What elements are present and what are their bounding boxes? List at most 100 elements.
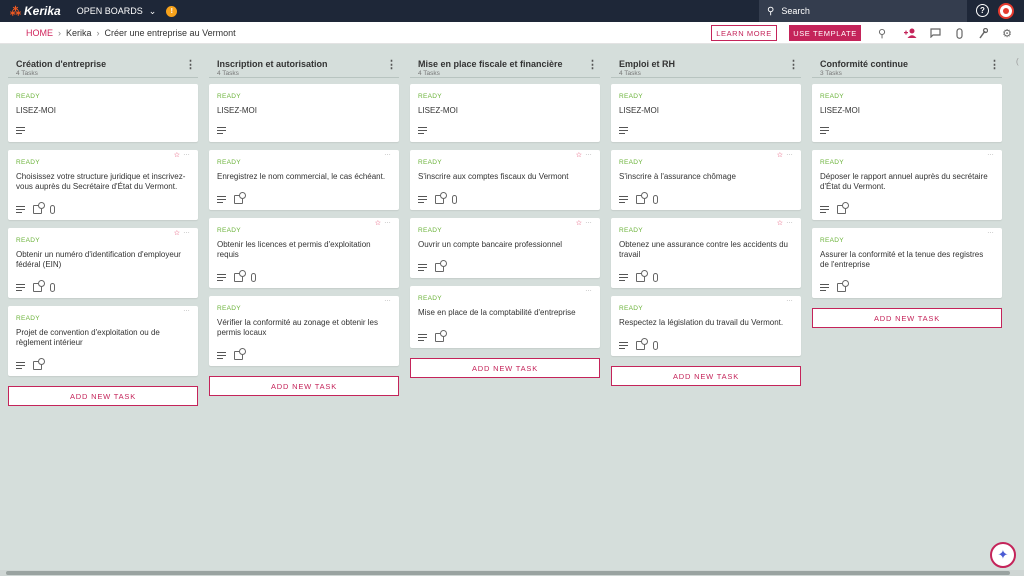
task-card[interactable]: READY Choisissez votre structure juridiq… — [8, 150, 198, 220]
more-horizontal-icon[interactable]: … — [384, 296, 391, 303]
add-new-task-button[interactable]: ADD NEW TASK — [611, 366, 801, 386]
more-horizontal-icon[interactable]: … — [786, 218, 793, 225]
task-indicators — [16, 202, 55, 214]
wrench-icon[interactable] — [976, 26, 990, 40]
more-horizontal-icon[interactable]: … — [987, 228, 994, 235]
more-horizontal-icon[interactable]: … — [786, 150, 793, 157]
column-title[interactable]: Création d'entreprise — [16, 59, 106, 69]
star-icon[interactable]: ☆ — [576, 151, 582, 159]
more-horizontal-icon[interactable]: … — [384, 150, 391, 157]
task-card[interactable]: READY Déposer le rapport annuel auprès d… — [812, 150, 1002, 220]
more-horizontal-icon[interactable]: … — [183, 150, 190, 157]
kerika-logo[interactable]: ⁂ Kerika — [10, 4, 61, 18]
more-vertical-icon[interactable]: ⋮ — [788, 58, 799, 71]
more-vertical-icon[interactable]: ⋮ — [386, 58, 397, 71]
breadcrumb: HOME › Kerika › Créer une entreprise au … — [26, 28, 236, 38]
add-new-task-button[interactable]: ADD NEW TASK — [410, 358, 600, 378]
gear-icon[interactable]: ⚙ — [1000, 26, 1014, 40]
task-indicators — [619, 192, 658, 204]
column-title[interactable]: Inscription et autorisation — [217, 59, 328, 69]
task-card[interactable]: READY LISEZ-MOI — [611, 84, 801, 142]
more-horizontal-icon[interactable]: … — [183, 228, 190, 235]
task-card[interactable]: READY Mise en place de la comptabilité d… — [410, 286, 600, 348]
scrollbar-thumb[interactable] — [6, 571, 1010, 575]
checklist-icon — [234, 270, 246, 282]
more-vertical-icon[interactable]: ⋮ — [185, 58, 196, 71]
search-bar[interactable]: ⚲ — [759, 0, 967, 22]
add-new-task-button[interactable]: ADD NEW TASK — [8, 386, 198, 406]
task-indicators — [217, 127, 226, 134]
task-card[interactable]: READY Ouvrir un compte bancaire professi… — [410, 218, 600, 278]
task-status: READY — [820, 159, 844, 166]
star-icon[interactable]: ☆ — [777, 219, 783, 227]
add-new-task-button[interactable]: ADD NEW TASK — [209, 376, 399, 396]
more-vertical-icon[interactable]: ⋮ — [989, 58, 1000, 71]
task-status: READY — [16, 159, 40, 166]
help-icon[interactable]: ? — [976, 4, 989, 17]
breadcrumb-home[interactable]: HOME — [26, 28, 53, 38]
notification-badge[interactable]: ! — [166, 5, 178, 17]
task-status: READY — [217, 305, 241, 312]
more-horizontal-icon[interactable]: … — [585, 286, 592, 293]
checklist-icon — [234, 192, 246, 204]
column-title[interactable]: Mise en place fiscale et financière — [418, 59, 563, 69]
task-card[interactable]: READY LISEZ-MOI — [8, 84, 198, 142]
task-card[interactable]: READY Respectez la législation du travai… — [611, 296, 801, 356]
star-icon[interactable]: ☆ — [174, 229, 180, 237]
description-icon — [619, 196, 628, 203]
task-status: READY — [619, 305, 643, 312]
star-icon[interactable]: ☆ — [777, 151, 783, 159]
search-input[interactable] — [781, 6, 952, 16]
description-icon — [820, 127, 829, 134]
column-title[interactable]: Conformité continue — [820, 59, 908, 69]
more-horizontal-icon[interactable]: … — [987, 150, 994, 157]
open-boards-dropdown[interactable]: OPEN BOARDS ⌄ — [77, 6, 157, 17]
assistant-fab-icon[interactable]: ✦ — [990, 542, 1016, 568]
add-new-task-button[interactable]: ADD NEW TASK — [812, 308, 1002, 328]
board-column: Mise en place fiscale et financière 4 Ta… — [410, 44, 600, 378]
task-card[interactable]: READY Obtenez une assurance contre les a… — [611, 218, 801, 288]
task-card[interactable]: READY S'inscrire aux comptes fiscaux du … — [410, 150, 600, 210]
breadcrumb-board: Créer une entreprise au Vermont — [104, 27, 236, 38]
more-horizontal-icon[interactable]: … — [786, 296, 793, 303]
task-card[interactable]: READY LISEZ-MOI — [812, 84, 1002, 142]
task-title: LISEZ-MOI — [16, 106, 57, 115]
more-vertical-icon[interactable]: ⋮ — [587, 58, 598, 71]
more-horizontal-icon[interactable]: … — [585, 150, 592, 157]
task-status: READY — [217, 227, 241, 234]
task-card[interactable]: READY Projet de convention d'exploitatio… — [8, 306, 198, 376]
task-card[interactable]: READY Assurer la conformité et la tenue … — [812, 228, 1002, 298]
task-card[interactable]: READY S'inscrire à l'assurance chômage ☆… — [611, 150, 801, 210]
chat-icon[interactable] — [928, 26, 942, 40]
task-card[interactable]: READY Enregistrez le nom commercial, le … — [209, 150, 399, 210]
breadcrumb-account[interactable]: Kerika — [66, 28, 92, 38]
task-card[interactable]: READY Vérifier la conformité au zonage e… — [209, 296, 399, 366]
star-icon[interactable]: ☆ — [375, 219, 381, 227]
horizontal-scrollbar[interactable] — [0, 570, 1024, 576]
task-status: READY — [217, 159, 241, 166]
more-horizontal-icon[interactable]: … — [384, 218, 391, 225]
more-horizontal-icon[interactable]: … — [585, 218, 592, 225]
task-card[interactable]: READY LISEZ-MOI — [209, 84, 399, 142]
star-icon[interactable]: ☆ — [174, 151, 180, 159]
user-avatar[interactable] — [998, 3, 1014, 19]
add-person-icon[interactable] — [903, 26, 917, 40]
checklist-icon — [33, 358, 45, 370]
more-horizontal-icon[interactable]: … — [183, 306, 190, 313]
paperclip-icon[interactable] — [952, 26, 966, 40]
description-icon — [418, 196, 427, 203]
star-icon[interactable]: ☆ — [576, 219, 582, 227]
logo-text: Kerika — [24, 4, 61, 18]
column-task-count: 4 Tasks — [619, 70, 641, 77]
task-status: READY — [418, 227, 442, 234]
task-card[interactable]: READY Obtenir un numéro d'identification… — [8, 228, 198, 298]
task-status: READY — [217, 93, 241, 100]
column-task-count: 3 Tasks — [820, 70, 842, 77]
task-status: READY — [619, 159, 643, 166]
use-template-button[interactable]: USE TEMPLATE — [789, 25, 861, 41]
task-card[interactable]: READY Obtenir les licences et permis d'e… — [209, 218, 399, 288]
learn-more-button[interactable]: LEARN MORE — [711, 25, 777, 41]
task-card[interactable]: READY LISEZ-MOI — [410, 84, 600, 142]
search-icon[interactable]: ⚲ — [875, 26, 889, 40]
column-title[interactable]: Emploi et RH — [619, 59, 675, 69]
